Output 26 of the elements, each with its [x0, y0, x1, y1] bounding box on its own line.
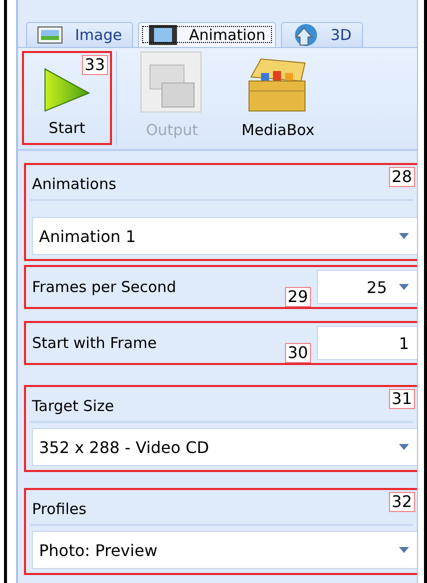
field-label: Frames per Second — [32, 278, 178, 296]
toolbar-button[interactable]: Start 33 — [22, 51, 112, 145]
picture-icon — [37, 26, 63, 44]
field-label: Start with Frame — [32, 334, 158, 352]
dropdown[interactable]: 25 — [317, 270, 417, 304]
film-icon — [148, 25, 177, 45]
globe-icon — [292, 23, 318, 47]
callout-number: 31 — [388, 389, 415, 409]
windows-icon — [140, 51, 204, 115]
tab[interactable]: 3D — [281, 22, 363, 47]
dropdown[interactable]: 352 x 288 - Video CD — [32, 428, 417, 466]
dropdown[interactable]: Animation 1 — [32, 217, 417, 255]
number-field[interactable]: 1 — [317, 326, 417, 360]
tab[interactable]: Image — [26, 22, 133, 47]
tab[interactable]: Animation — [138, 22, 276, 47]
callout-number: 30 — [284, 343, 311, 363]
dropdown-arrow-icon — [399, 233, 409, 239]
callout-number: 29 — [284, 287, 311, 307]
dropdown-arrow-icon — [399, 444, 409, 450]
callout-number: 33 — [82, 55, 108, 75]
callout-number: 32 — [388, 492, 415, 512]
dropdown[interactable]: Photo: Preview — [32, 531, 417, 569]
callout-number: 28 — [388, 167, 415, 187]
toolbar-button[interactable]: MediaBox — [227, 51, 329, 145]
dropdown-arrow-icon — [399, 284, 409, 290]
dropdown-arrow-icon — [399, 547, 409, 553]
